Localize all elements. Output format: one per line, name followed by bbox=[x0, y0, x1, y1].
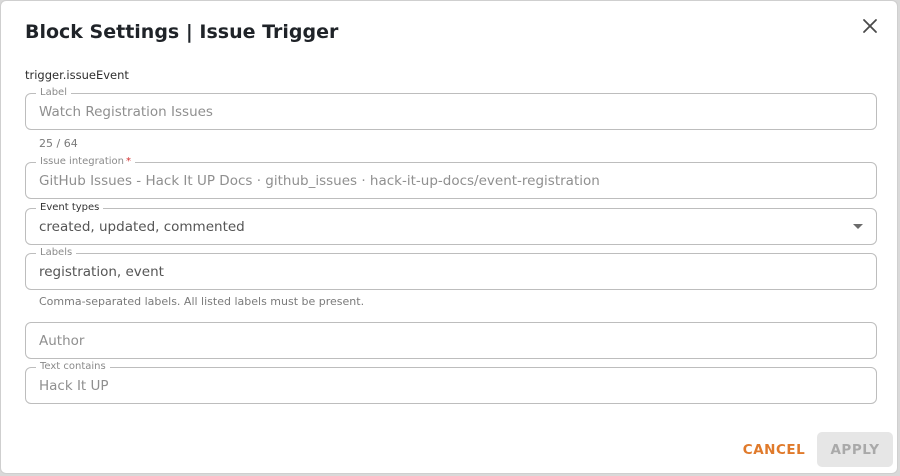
text-contains-value: Hack It UP bbox=[39, 378, 109, 394]
text-contains-legend: Text contains bbox=[36, 361, 110, 373]
author-field[interactable]: Author bbox=[25, 322, 877, 359]
labels-field[interactable]: Labels registration, event bbox=[25, 247, 877, 290]
author-placeholder: Author bbox=[39, 333, 85, 349]
labels-value: registration, event bbox=[39, 264, 164, 280]
issue-integration-field[interactable]: Issue integration * GitHub Issues - Hack … bbox=[25, 156, 877, 199]
event-types-legend: Event types bbox=[36, 202, 104, 214]
labels-legend: Labels bbox=[36, 247, 77, 259]
cancel-button[interactable]: CANCEL bbox=[735, 433, 813, 467]
label-field-legend: Label bbox=[36, 87, 71, 99]
event-types-select[interactable]: Event types created, updated, commented bbox=[25, 202, 877, 245]
close-button[interactable] bbox=[859, 15, 881, 37]
dialog-title: Block Settings | Issue Trigger bbox=[25, 21, 339, 43]
close-icon bbox=[863, 19, 877, 33]
block-settings-dialog: Block Settings | Issue Trigger trigger.i… bbox=[0, 0, 898, 474]
required-asterisk: * bbox=[125, 156, 131, 167]
issue-integration-legend: Issue integration * bbox=[36, 156, 135, 168]
event-types-value: created, updated, commented bbox=[39, 219, 245, 235]
issue-integration-legend-text: Issue integration bbox=[40, 156, 124, 167]
apply-button[interactable]: APPLY bbox=[817, 432, 893, 467]
chevron-down-icon bbox=[853, 224, 863, 229]
label-char-counter: 25 / 64 bbox=[39, 137, 78, 150]
labels-helper-text: Comma-separated labels. All listed label… bbox=[39, 295, 365, 308]
issue-integration-value: GitHub Issues - Hack It UP Docs · github… bbox=[39, 173, 600, 189]
label-field-value: Watch Registration Issues bbox=[39, 104, 213, 120]
text-contains-field[interactable]: Text contains Hack It UP bbox=[25, 361, 877, 404]
label-field[interactable]: Label Watch Registration Issues bbox=[25, 87, 877, 130]
block-key: trigger.issueEvent bbox=[25, 68, 129, 82]
